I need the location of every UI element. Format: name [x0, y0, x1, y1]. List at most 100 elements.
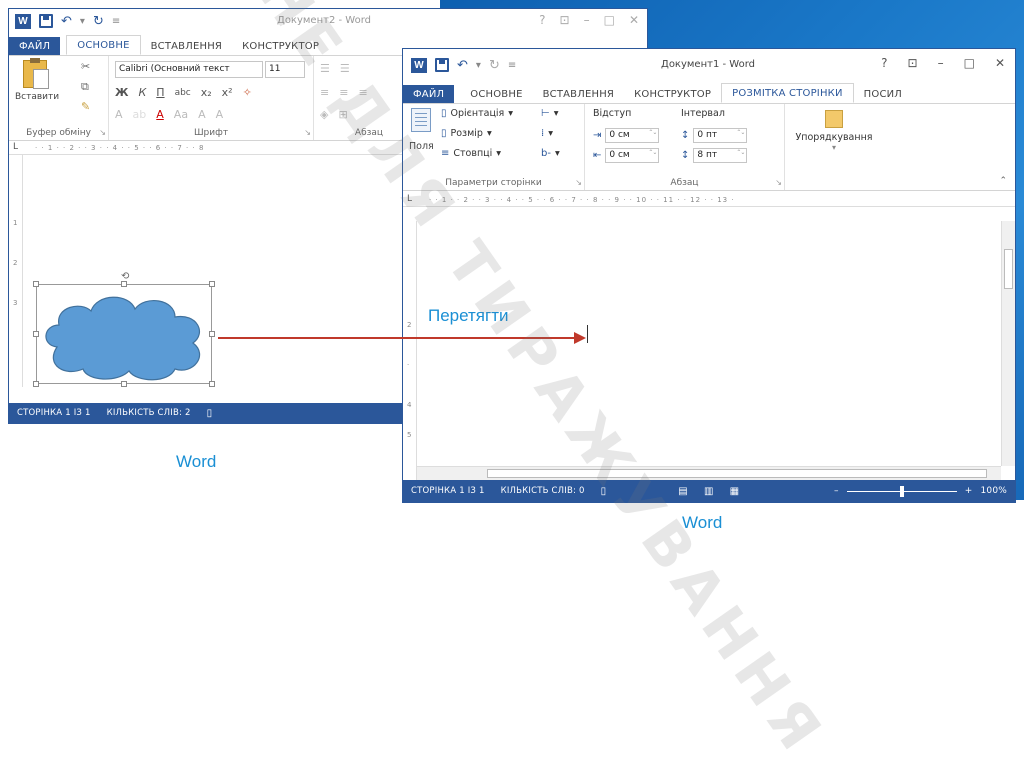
horizontal-scrollbar[interactable]	[417, 466, 1001, 480]
undo-icon[interactable]: ↶	[61, 15, 72, 28]
align-right-icon[interactable]: ≡	[358, 86, 367, 99]
launcher-icon[interactable]: ↘	[99, 128, 106, 137]
customize-qa-icon[interactable]: ≡	[112, 16, 120, 27]
subscript-icon[interactable]: x₂	[201, 86, 212, 99]
minimize-icon[interactable]: –	[584, 13, 590, 27]
line-numbers-button[interactable]: ⁞ ▾	[541, 128, 553, 139]
superscript-icon[interactable]: x²	[222, 86, 233, 99]
scroll-thumb[interactable]	[1004, 249, 1013, 289]
help-icon[interactable]: ?	[539, 13, 545, 27]
proofing-icon[interactable]: ▯	[207, 408, 213, 419]
close-icon[interactable]: ✕	[629, 13, 639, 27]
clear-format-icon[interactable]: ✧	[243, 86, 252, 99]
undo-icon[interactable]: ↶	[457, 59, 468, 72]
strikethrough-icon[interactable]: abc	[175, 88, 191, 98]
vertical-ruler[interactable]: 123	[9, 155, 23, 387]
print-layout-icon[interactable]: ▥	[704, 486, 714, 497]
collapse-ribbon-icon[interactable]: ⌃	[999, 176, 1007, 186]
text-effects-icon[interactable]: A	[115, 108, 123, 121]
chevron-down-icon[interactable]: ▾	[476, 60, 481, 71]
margins-button[interactable]: Поля	[409, 108, 434, 152]
tab-selector-icon[interactable]: L	[407, 194, 412, 204]
columns-button[interactable]: ≡ Стовпці ▾	[441, 148, 501, 159]
zoom-slider-thumb[interactable]	[899, 485, 904, 497]
tab-insert[interactable]: ВСТАВЛЕННЯ	[141, 37, 232, 55]
resize-handle[interactable]	[121, 381, 127, 387]
chevron-down-icon[interactable]: ▾	[80, 16, 85, 27]
redo-icon[interactable]: ↻	[93, 15, 104, 28]
proofing-icon[interactable]: ▯	[601, 486, 607, 497]
cloud-shape-selection[interactable]: ⟲	[33, 271, 215, 387]
launcher-icon[interactable]: ↘	[775, 178, 782, 187]
tab-selector-icon[interactable]: L	[13, 142, 18, 152]
spacing-after-input[interactable]: 8 пт	[693, 148, 748, 163]
resize-handle[interactable]	[33, 331, 39, 337]
font-size-box[interactable]: 11	[265, 61, 305, 78]
tab-home[interactable]: ОСНОВНЕ	[460, 85, 532, 103]
spacing-before-input[interactable]: 0 пт	[693, 128, 748, 143]
close-icon[interactable]: ✕	[995, 56, 1005, 70]
tab-references[interactable]: ПОСИЛ	[854, 85, 912, 103]
customize-qa-icon[interactable]: ≡	[508, 60, 516, 71]
italic-icon[interactable]: К	[138, 86, 146, 99]
page-count-status[interactable]: СТОРІНКА 1 ІЗ 1	[411, 486, 485, 496]
document-area[interactable]: 2 · 4 5	[403, 221, 1015, 480]
read-mode-icon[interactable]: ▤	[678, 486, 688, 497]
horizontal-ruler[interactable]: L · · 1 · · 2 · · 3 · · 4 · · 5 · · 6 · …	[403, 193, 1015, 207]
cloud-shape[interactable]	[37, 285, 211, 383]
indent-right-input[interactable]: 0 см	[605, 148, 660, 163]
numbering-icon[interactable]: ☰	[340, 62, 350, 75]
resize-handle[interactable]	[209, 331, 215, 337]
align-left-icon[interactable]: ≡	[320, 86, 329, 99]
word-window-front[interactable]: W ↶ ▾ ↻ ≡ Документ1 - Word ? ⊡ – □ ✕ ФАЙ…	[402, 48, 1016, 503]
page-count-status[interactable]: СТОРІНКА 1 ІЗ 1	[17, 408, 91, 418]
grow-font-icon[interactable]: A	[198, 108, 206, 121]
tab-design[interactable]: КОНСТРУКТОР	[624, 85, 721, 103]
save-icon[interactable]	[39, 14, 53, 28]
tab-file[interactable]: ФАЙЛ	[403, 85, 455, 103]
tab-home[interactable]: ОСНОВНЕ	[66, 35, 141, 55]
borders-icon[interactable]: ⊞	[338, 108, 347, 121]
resize-handle[interactable]	[209, 381, 215, 387]
minimize-icon[interactable]: –	[938, 56, 944, 70]
size-button[interactable]: ▯ Розмір ▾	[441, 128, 492, 139]
save-icon[interactable]	[435, 58, 449, 72]
font-name-box[interactable]: Calibri (Основний текст	[115, 61, 263, 78]
scroll-thumb[interactable]	[487, 469, 987, 478]
redo-icon[interactable]: ↻	[489, 59, 500, 72]
vertical-scrollbar[interactable]	[1001, 221, 1015, 466]
zoom-in-icon[interactable]: +	[965, 486, 973, 496]
web-layout-icon[interactable]: ▦	[730, 486, 740, 497]
change-case-icon[interactable]: Aa	[174, 108, 188, 121]
bold-icon[interactable]: Ж	[115, 86, 128, 99]
launcher-icon[interactable]: ↘	[575, 178, 582, 187]
help-icon[interactable]: ?	[881, 56, 887, 70]
ribbon-display-icon[interactable]: ⊡	[908, 56, 918, 70]
shrink-font-icon[interactable]: A	[216, 108, 224, 121]
vertical-ruler[interactable]: 2 · 4 5	[403, 221, 417, 480]
resize-handle[interactable]	[209, 281, 215, 287]
breaks-button[interactable]: ⊢ ▾	[541, 108, 559, 119]
underline-icon[interactable]: П	[156, 86, 164, 99]
tab-file[interactable]: ФАЙЛ	[9, 37, 61, 55]
paste-button[interactable]: Вставити	[15, 58, 59, 102]
indent-left-input[interactable]: 0 см	[605, 128, 660, 143]
shading-icon[interactable]: ◈	[320, 108, 328, 121]
launcher-icon[interactable]: ↘	[304, 128, 311, 137]
word-count-status[interactable]: КІЛЬКІСТЬ СЛІВ: 2	[107, 408, 191, 418]
zoom-slider[interactable]	[846, 485, 957, 497]
resize-handle[interactable]	[33, 381, 39, 387]
maximize-icon[interactable]: □	[964, 56, 975, 70]
format-painter-icon[interactable]: ✎	[81, 100, 90, 113]
ribbon-display-icon[interactable]: ⊡	[560, 13, 570, 27]
zoom-level[interactable]: 100%	[980, 486, 1007, 496]
rotate-handle-icon[interactable]: ⟲	[121, 271, 129, 282]
zoom-out-icon[interactable]: –	[834, 486, 839, 496]
tab-insert[interactable]: ВСТАВЛЕННЯ	[533, 85, 624, 103]
maximize-icon[interactable]: □	[604, 13, 615, 27]
highlight-icon[interactable]: ab	[133, 108, 147, 121]
arrange-button[interactable]: Упорядкування ▾	[791, 108, 877, 152]
tab-page-layout[interactable]: РОЗМІТКА СТОРІНКИ	[721, 83, 854, 103]
hyphenation-button[interactable]: b- ▾	[541, 148, 560, 159]
cut-icon[interactable]: ✂	[81, 60, 90, 73]
